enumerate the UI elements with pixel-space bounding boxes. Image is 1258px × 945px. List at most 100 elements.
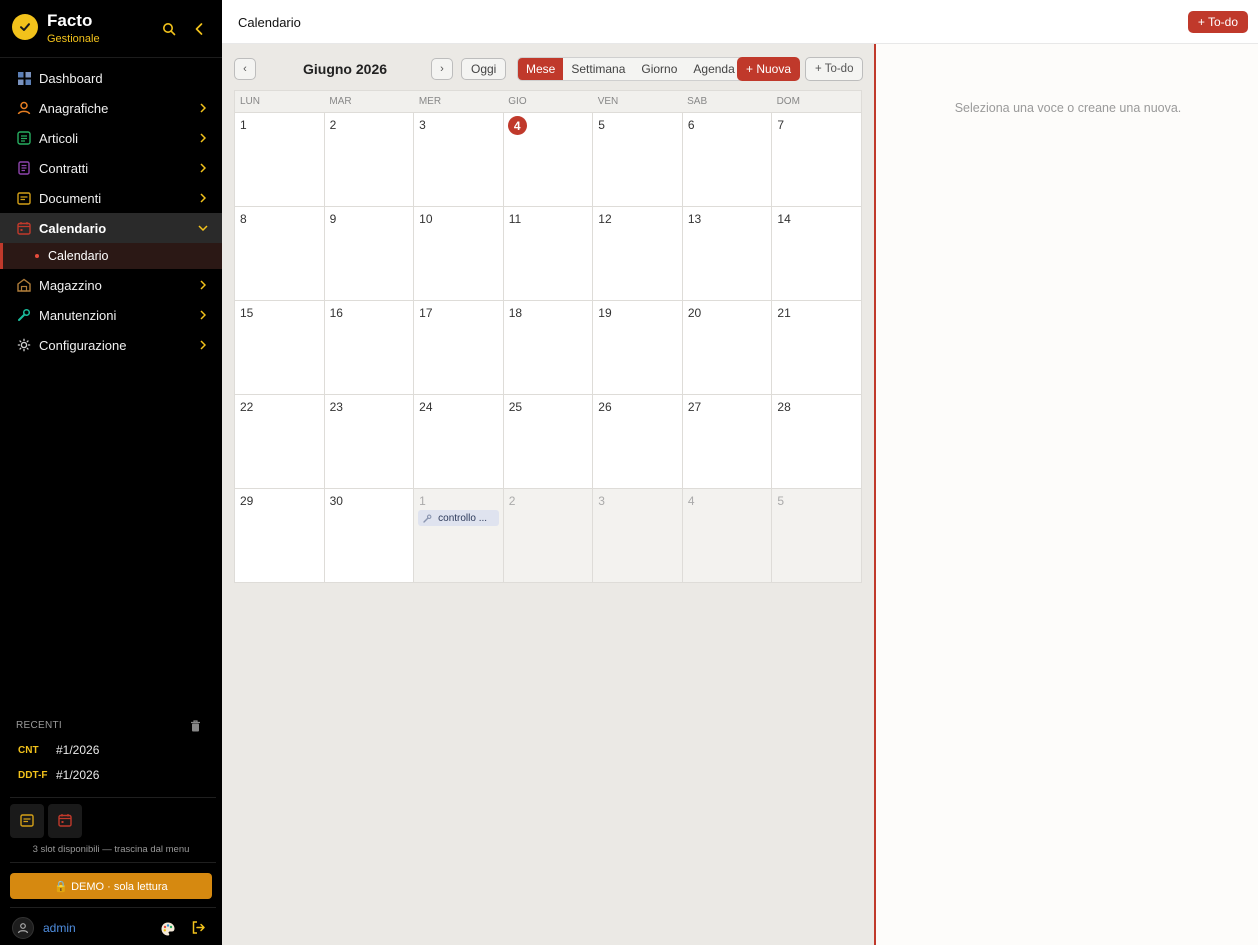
chevron-left-icon[interactable] — [190, 20, 208, 38]
empty-state-message: Seleziona una voce o creane una nuova. — [954, 101, 1182, 115]
new-todo-button[interactable]: + To-do — [805, 57, 864, 81]
new-event-button[interactable]: + Nuova — [737, 57, 801, 81]
weekday-label: VEN — [597, 96, 619, 107]
day-number: 1 — [419, 494, 426, 508]
sidebar-item-magazzino[interactable]: Magazzino — [0, 270, 222, 300]
add-todo-button[interactable]: + To-do — [1187, 11, 1248, 33]
day-cell[interactable]: 2 — [324, 113, 415, 207]
avatar[interactable] — [12, 917, 34, 939]
logout-icon[interactable] — [191, 920, 207, 936]
brand-header: Facto Gestionale — [0, 0, 222, 58]
recent-item-ref: #1/2026 — [56, 768, 100, 782]
day-cell[interactable]: 12 — [593, 207, 683, 301]
day-cell[interactable]: 2 — [503, 489, 594, 583]
next-month-button[interactable]: › — [431, 58, 453, 80]
check-logo-icon — [12, 14, 38, 40]
weekday-label: LUN — [240, 96, 261, 107]
today-day-number: 4 — [507, 116, 527, 135]
sidebar-item-label: Magazzino — [39, 277, 102, 293]
day-number: 12 — [598, 212, 612, 226]
day-number: 8 — [240, 212, 247, 226]
prev-month-button[interactable]: ‹ — [234, 58, 256, 80]
day-cell[interactable]: 8 — [235, 207, 325, 301]
day-cell[interactable]: 1 controllo ... — [414, 489, 504, 583]
view-switcher: Mese Settimana Giorno Agenda — [517, 57, 744, 81]
today-button[interactable]: Oggi — [461, 58, 507, 80]
chevron-right-icon — [198, 162, 208, 174]
sidebar-item-contratti[interactable]: Contratti — [0, 153, 222, 183]
palette-icon[interactable] — [160, 921, 176, 937]
day-cell[interactable]: 3 — [593, 489, 683, 583]
calendar-icon — [58, 813, 72, 830]
day-cell[interactable]: 10 — [414, 207, 504, 301]
sidebar-item-dashboard[interactable]: Dashboard — [0, 63, 222, 93]
recent-item[interactable]: CNT #1/2026 — [18, 742, 99, 758]
day-cell[interactable]: 5 — [593, 113, 683, 207]
shortcut-slot-calendario[interactable] — [48, 804, 82, 838]
sidebar-item-configurazione[interactable]: Configurazione — [0, 330, 222, 360]
day-cell[interactable]: 27 — [682, 395, 773, 489]
calendar-icon — [16, 220, 32, 236]
day-number: 15 — [240, 306, 254, 320]
sidebar-subitem-label: Calendario — [48, 249, 109, 263]
day-cell[interactable]: 1 — [235, 113, 325, 207]
sidebar-item-documenti[interactable]: Documenti — [0, 183, 222, 213]
day-cell[interactable]: 25 — [503, 395, 594, 489]
day-number: 22 — [240, 400, 254, 414]
sidebar-item-articoli[interactable]: Articoli — [0, 123, 222, 153]
recent-item[interactable]: DDT-F #1/2026 — [18, 767, 99, 783]
day-cell[interactable]: 14 — [772, 207, 862, 301]
page-title: Calendario — [238, 15, 301, 30]
day-cell[interactable]: 4 — [503, 113, 594, 207]
day-cell[interactable]: 17 — [414, 301, 504, 395]
day-cell[interactable]: 20 — [682, 301, 773, 395]
view-day-button[interactable]: Giorno — [633, 58, 685, 80]
shortcut-slot-documenti[interactable] — [10, 804, 44, 838]
day-number: 5 — [598, 118, 605, 132]
day-cell[interactable]: 22 — [235, 395, 325, 489]
day-number: 28 — [777, 400, 791, 414]
sidebar-item-manutenzioni[interactable]: Manutenzioni — [0, 300, 222, 330]
month-title: Giugno 2026 — [303, 61, 388, 77]
day-cell[interactable]: 15 — [235, 301, 325, 395]
demo-readonly-button[interactable]: 🔒 DEMO · sola lettura — [10, 873, 212, 899]
top-bar: Calendario + To-do — [222, 0, 1258, 44]
sidebar-item-label: Articoli — [39, 130, 79, 146]
gear-icon — [16, 337, 32, 353]
day-cell[interactable]: 9 — [324, 207, 415, 301]
day-cell[interactable]: 19 — [593, 301, 683, 395]
day-number: 29 — [240, 494, 254, 508]
sidebar-item-anagrafiche[interactable]: Anagrafiche — [0, 93, 222, 123]
day-cell[interactable]: 6 — [682, 113, 773, 207]
view-week-button[interactable]: Settimana — [563, 58, 633, 80]
day-cell[interactable]: 28 — [772, 395, 862, 489]
day-cell[interactable]: 16 — [324, 301, 415, 395]
day-cell[interactable]: 18 — [503, 301, 594, 395]
trash-icon[interactable] — [190, 720, 202, 732]
day-cell[interactable]: 5 — [772, 489, 862, 583]
day-cell[interactable]: 3 — [414, 113, 504, 207]
wrench-icon — [16, 307, 32, 323]
view-agenda-button[interactable]: Agenda — [685, 58, 742, 80]
user-name-link[interactable]: admin — [43, 921, 76, 935]
wrench-icon — [423, 513, 433, 523]
day-cell[interactable]: 23 — [324, 395, 415, 489]
user-icon — [16, 100, 32, 116]
search-icon[interactable] — [160, 20, 178, 38]
day-cell[interactable]: 7 — [772, 113, 862, 207]
day-cell[interactable]: 11 — [503, 207, 594, 301]
day-number: 1 — [240, 118, 247, 132]
sidebar-subitem-calendario[interactable]: Calendario — [0, 243, 222, 269]
day-cell[interactable]: 21 — [772, 301, 862, 395]
day-cell[interactable]: 13 — [682, 207, 773, 301]
sidebar-item-calendario[interactable]: Calendario — [0, 213, 222, 243]
day-cell[interactable]: 29 — [235, 489, 325, 583]
day-cell[interactable]: 26 — [593, 395, 683, 489]
day-number: 11 — [508, 212, 522, 226]
calendar-event[interactable]: controllo ... — [418, 510, 500, 526]
day-cell[interactable]: 24 — [414, 395, 504, 489]
day-cell[interactable]: 30 — [324, 489, 415, 583]
day-number: 3 — [419, 118, 426, 132]
view-month-button[interactable]: Mese — [518, 58, 564, 80]
day-cell[interactable]: 4 — [682, 489, 773, 583]
